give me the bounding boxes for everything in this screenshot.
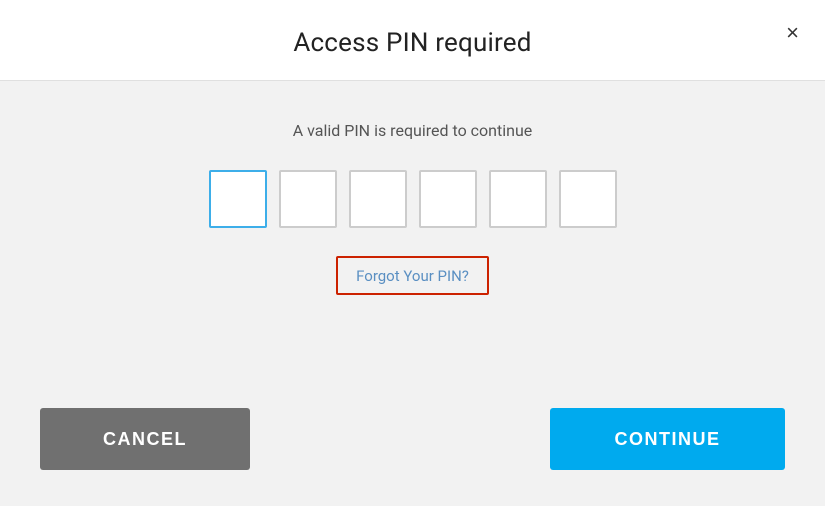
pin-digit-5[interactable]	[489, 170, 547, 228]
cancel-button[interactable]: CANCEL	[40, 408, 250, 470]
pin-digit-6[interactable]	[559, 170, 617, 228]
modal-body: A valid PIN is required to continue Forg…	[0, 81, 825, 408]
continue-button[interactable]: CONTINUE	[550, 408, 785, 470]
modal-header: Access PIN required ×	[0, 0, 825, 81]
modal-footer: CANCEL CONTINUE	[0, 408, 825, 506]
pin-digit-2[interactable]	[279, 170, 337, 228]
subtitle-text: A valid PIN is required to continue	[293, 121, 533, 140]
forgot-pin-wrapper: Forgot Your PIN?	[336, 256, 489, 295]
pin-digit-4[interactable]	[419, 170, 477, 228]
pin-digit-3[interactable]	[349, 170, 407, 228]
access-pin-modal: Access PIN required × A valid PIN is req…	[0, 0, 825, 506]
modal-title: Access PIN required	[0, 28, 825, 58]
forgot-pin-button[interactable]: Forgot Your PIN?	[356, 267, 469, 285]
close-button[interactable]: ×	[782, 18, 803, 48]
pin-input-group	[209, 170, 617, 228]
pin-digit-1[interactable]	[209, 170, 267, 228]
